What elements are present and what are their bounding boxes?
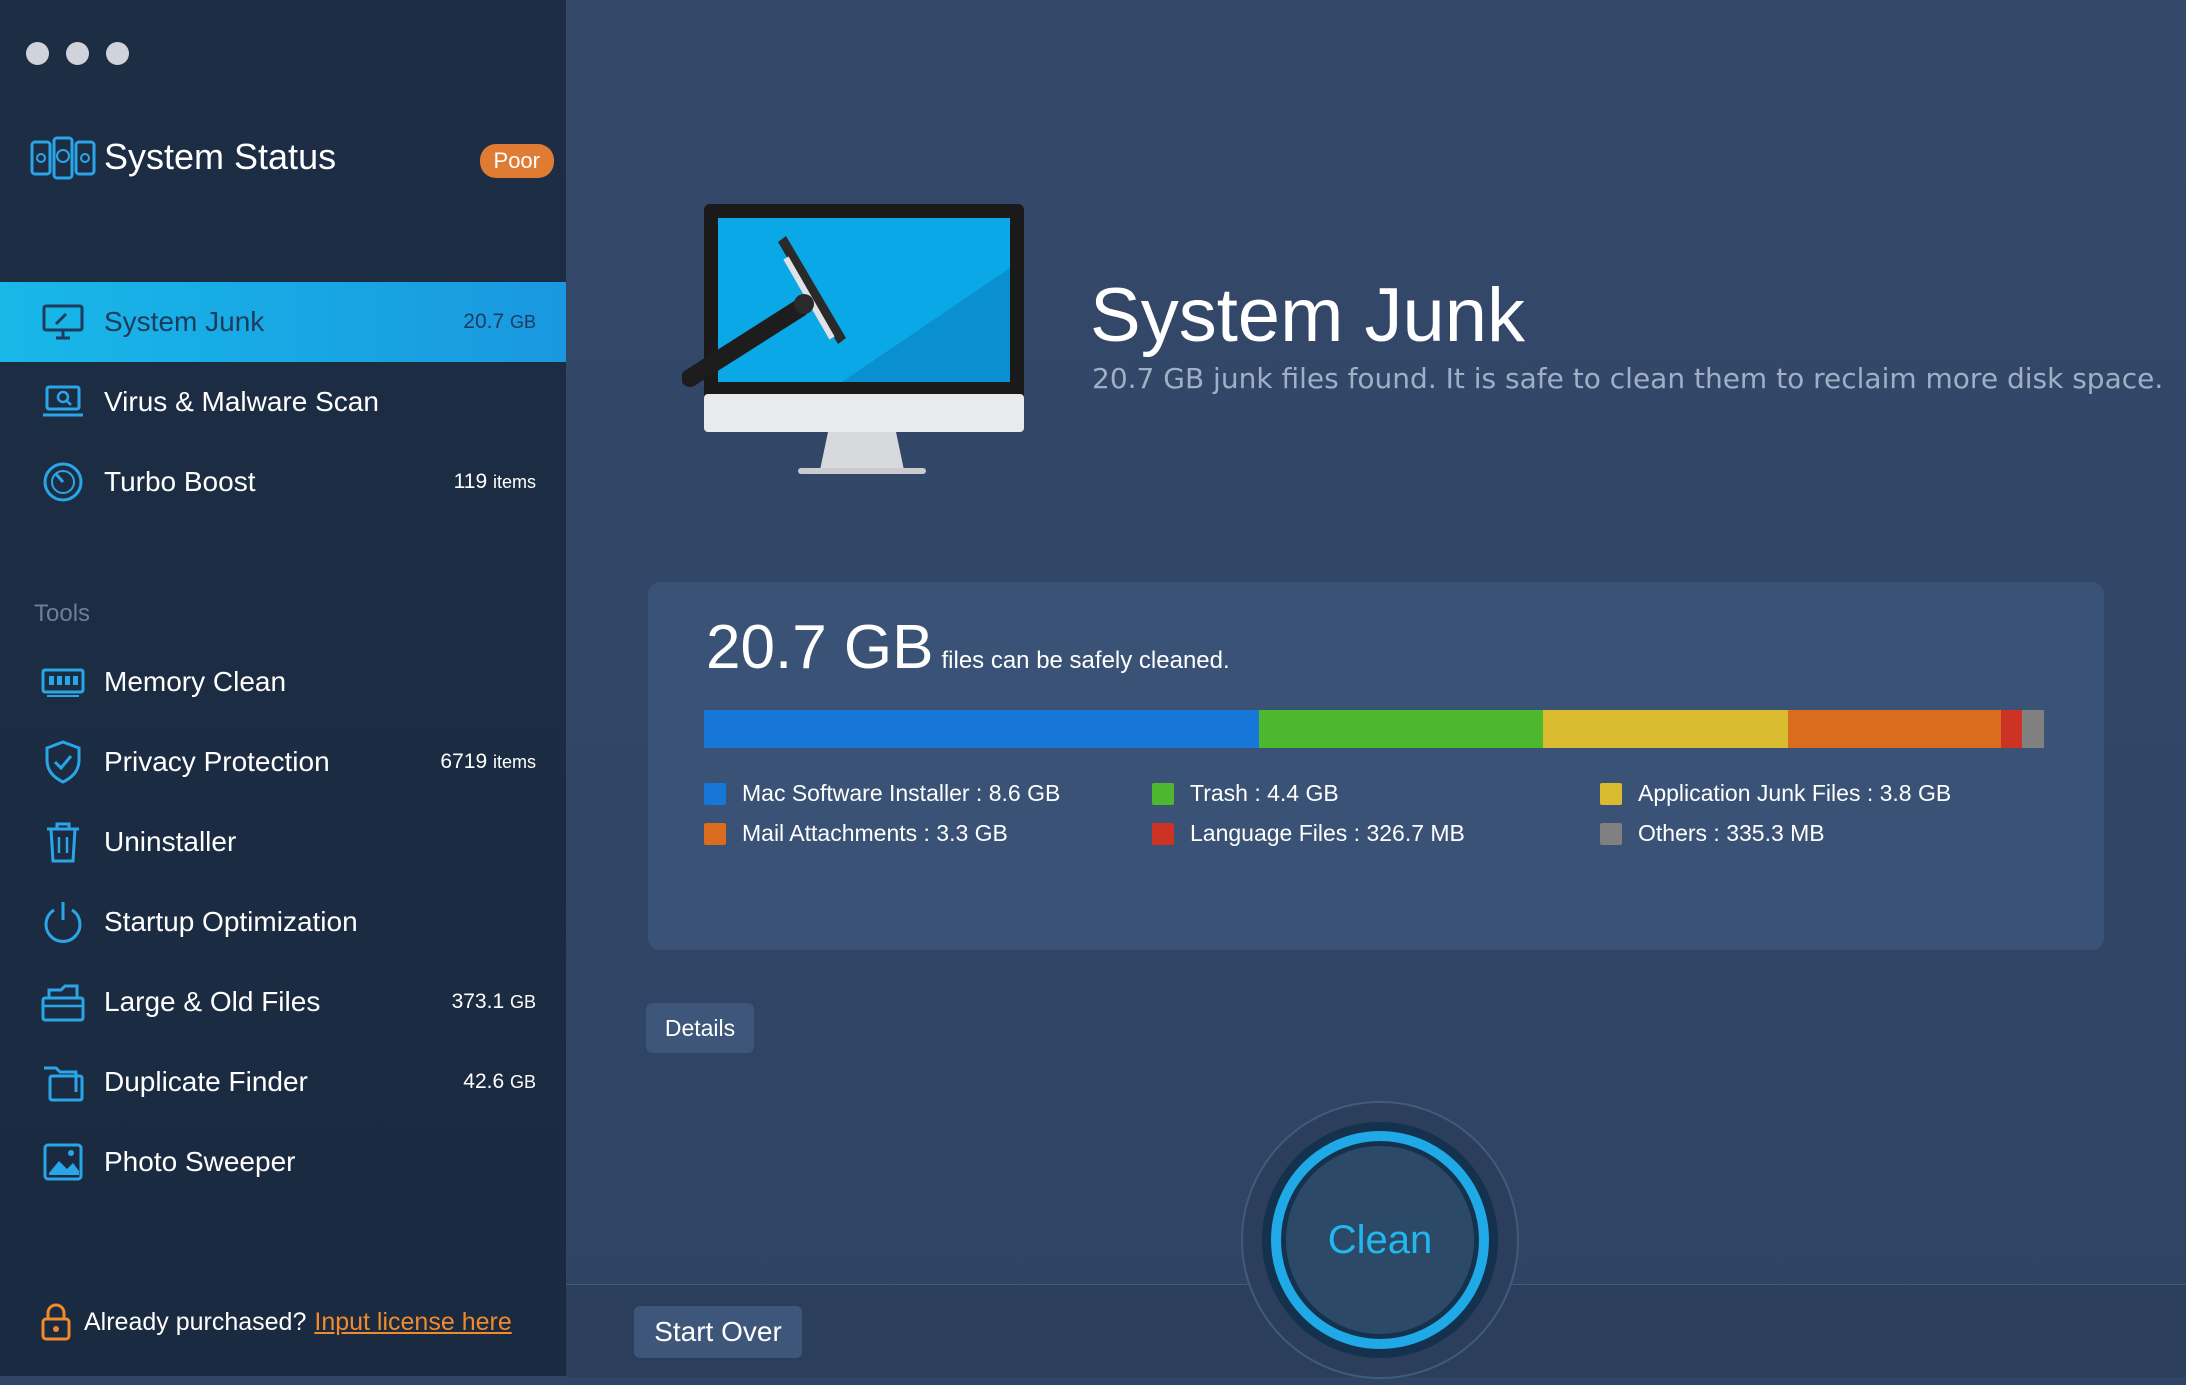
sidebar-item-meta: 42.6 GB [463,1070,536,1093]
page-subtitle: 20.7 GB junk files found. It is safe to … [1092,362,2164,395]
clean-button-label: Clean [1327,1217,1433,1262]
lock-icon [41,1303,71,1341]
legend-item: Mail Attachments : 3.3 GB [704,820,1008,847]
duplicate-folder-icon [40,1059,86,1105]
photo-icon [40,1139,86,1185]
main-panel: System Junk 20.7 GB junk files found. It… [566,0,2186,1379]
legend-swatch [1152,782,1174,805]
sidebar-item-privacy-protection[interactable]: Privacy Protection 6719 items [0,722,566,802]
memory-chip-icon [40,659,86,705]
legend-swatch [1600,822,1622,845]
laptop-search-icon [40,379,86,425]
page-title: System Junk [1090,273,1526,358]
legend-label: Mac Software Installer : 8.6 GB [742,780,1061,806]
legend-swatch [704,822,726,845]
legend-item: Application Junk Files : 3.8 GB [1600,780,1951,807]
system-status-title: System Status [104,136,337,177]
summary-amount: 20.7 GB [706,613,934,682]
legend-item: Language Files : 326.7 MB [1152,820,1465,847]
legend-swatch [1152,822,1174,845]
legend-label: Others : 335.3 MB [1638,820,1825,846]
sidebar-item-label: Memory Clean [104,666,287,697]
sidebar-item-photo-sweeper[interactable]: Photo Sweeper [0,1122,566,1202]
sidebar-item-label: Virus & Malware Scan [104,386,379,417]
sidebar-item-meta: 20.7 GB [463,310,536,333]
sidebar-item-label: Privacy Protection [104,746,330,777]
legend-swatch [1600,782,1622,805]
sidebar-item-label: System Junk [104,306,265,337]
legend-label: Language Files : 326.7 MB [1190,820,1465,846]
legend-label: Trash : 4.4 GB [1190,780,1339,806]
bar-segment [2022,710,2044,748]
summary-headline: 20.7 GB files can be safely cleaned. [706,612,1230,683]
sidebar-item-label: Duplicate Finder [104,1066,308,1097]
sidebar-item-large-old-files[interactable]: Large & Old Files 373.1 GB [0,962,566,1042]
legend-item: Mac Software Installer : 8.6 GB [704,780,1060,807]
sidebar-item-system-junk[interactable]: System Junk 20.7 GB [0,282,566,362]
license-text: Already purchased? [84,1307,307,1336]
shield-icon [40,739,86,785]
sidebar-item-duplicate-finder[interactable]: Duplicate Finder 42.6 GB [0,1042,566,1122]
imac-cleaner-illustration [682,204,1024,474]
sidebar-item-meta: 373.1 GB [451,990,536,1013]
junk-summary-card: 20.7 GB files can be safely cleaned. Mac… [648,582,2104,950]
details-button[interactable]: Details [646,1003,754,1053]
legend-label: Mail Attachments : 3.3 GB [742,820,1008,846]
file-box-icon [40,979,86,1025]
bar-segment [1788,710,2002,748]
window-controls [26,42,129,65]
junk-breakdown-bar [704,710,2044,748]
summary-text: files can be safely cleaned. [941,647,1230,674]
minimize-window-button[interactable] [66,42,89,65]
tools-section-label: Tools [34,600,91,627]
input-license-link[interactable]: Input license here [314,1308,511,1337]
legend-item: Trash : 4.4 GB [1152,780,1339,807]
power-icon [40,899,86,945]
legend-swatch [704,782,726,805]
license-row: Already purchased? Input license here [40,1302,512,1342]
legend-label: Application Junk Files : 3.8 GB [1638,780,1952,806]
monitor-icon [40,299,86,345]
zoom-window-button[interactable] [106,42,129,65]
bar-segment [1259,710,1544,748]
sidebar-item-label: Turbo Boost [104,466,256,497]
sidebar-item-label: Uninstaller [104,826,237,857]
sidebar-item-uninstaller[interactable]: Uninstaller [0,802,566,882]
sidebar-item-label: Startup Optimization [104,906,358,937]
sidebar: System Status Poor System Junk 20.7 GB V… [0,0,566,1376]
sidebar-item-meta: 119 items [453,470,536,493]
sidebar-item-virus-scan[interactable]: Virus & Malware Scan [0,362,566,442]
bar-segment [704,710,1260,748]
bar-segment [1543,710,1789,748]
sidebar-item-startup-optimization[interactable]: Startup Optimization [0,882,566,962]
sidebar-item-memory-clean[interactable]: Memory Clean [0,642,566,722]
status-badge: Poor [479,144,554,178]
clean-button[interactable]: Clean [1240,1100,1520,1380]
bar-segment [2001,710,2023,748]
speedometer-icon [40,459,86,505]
legend-item: Others : 335.3 MB [1600,820,1825,847]
close-window-button[interactable] [26,42,49,65]
system-status[interactable]: System Status Poor [30,132,554,188]
system-status-icon [30,136,96,180]
sidebar-item-meta: 6719 items [440,750,536,773]
sidebar-item-turbo-boost[interactable]: Turbo Boost 119 items [0,442,566,522]
sidebar-item-label: Photo Sweeper [104,1146,296,1177]
start-over-button[interactable]: Start Over [634,1306,802,1358]
sidebar-item-label: Large & Old Files [104,986,321,1017]
trash-icon [40,819,86,865]
